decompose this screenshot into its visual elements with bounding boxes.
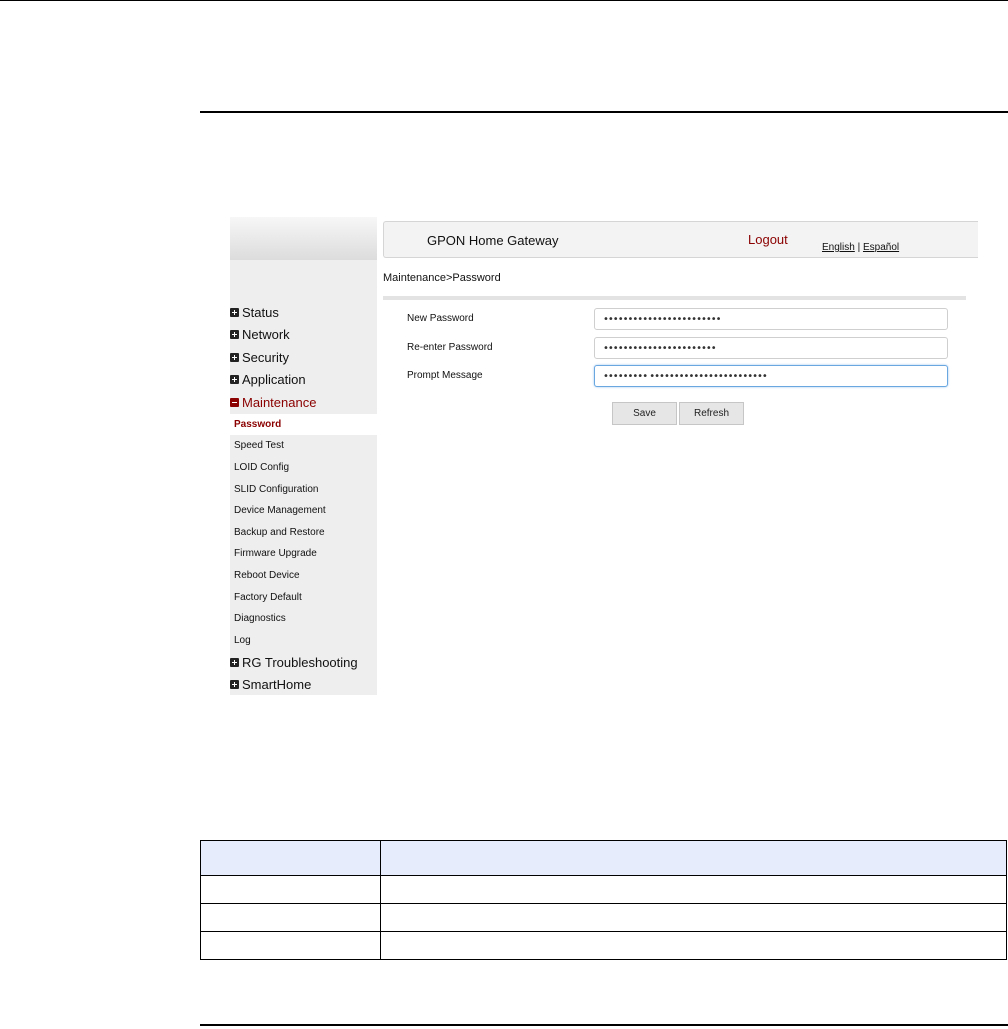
table-cell: [380, 931, 1007, 960]
lang-espanol-link[interactable]: Español: [863, 242, 899, 253]
gateway-screenshot: Status Network Security Application Main…: [230, 217, 978, 695]
sidebar-item-label: Maintenance: [242, 394, 317, 410]
reenter-password-label: Re-enter Password: [407, 342, 493, 353]
sidebar-item-rg-troubleshooting[interactable]: RG Troubleshooting: [230, 651, 377, 674]
plus-icon: [230, 680, 239, 690]
submenu-item-reboot-device[interactable]: Reboot Device: [230, 565, 377, 587]
prompt-message-label: Prompt Message: [407, 370, 483, 381]
table-row: [200, 931, 1007, 960]
save-button[interactable]: Save: [612, 402, 677, 425]
sidebar-item-application[interactable]: Application: [230, 369, 377, 392]
plus-icon: [230, 307, 239, 317]
table-cell: [380, 903, 1007, 932]
sidebar-header: [230, 217, 377, 260]
sidebar-item-status[interactable]: Status: [230, 301, 377, 324]
table-cell: [380, 875, 1007, 904]
logout-link[interactable]: Logout: [748, 232, 788, 247]
submenu-item-password[interactable]: Password: [230, 413, 377, 436]
top-bar: GPON Home Gateway Logout English | Españ…: [383, 221, 978, 258]
minus-icon: [230, 397, 239, 407]
plus-icon: [230, 375, 239, 385]
submenu-item-log[interactable]: Log: [230, 629, 377, 651]
sidebar-item-smarthome[interactable]: SmartHome: [230, 674, 377, 697]
submenu-item-device-management[interactable]: Device Management: [230, 500, 377, 522]
divider: [383, 296, 966, 300]
submenu-item-slid-configuration[interactable]: SLID Configuration: [230, 478, 377, 500]
submenu-item-speed-test[interactable]: Speed Test: [230, 435, 377, 457]
prompt-message-row: Prompt Message: [407, 365, 948, 387]
table-cell: [200, 903, 381, 932]
table-row: [200, 875, 1007, 904]
submenu-item-backup-restore[interactable]: Backup and Restore: [230, 521, 377, 543]
submenu-item-loid-config[interactable]: LOID Config: [230, 457, 377, 479]
submenu-item-firmware-upgrade[interactable]: Firmware Upgrade: [230, 543, 377, 565]
submenu-item-diagnostics[interactable]: Diagnostics: [230, 608, 377, 630]
breadcrumb: Maintenance>Password: [383, 272, 501, 284]
reenter-password-row: Re-enter Password: [407, 337, 948, 359]
language-switcher: English | Español: [822, 242, 899, 253]
section-rule: [200, 111, 1008, 113]
plus-icon: [230, 330, 239, 340]
table-cell: [200, 875, 381, 904]
sidebar-menu: Status Network Security Application Main…: [230, 301, 377, 696]
new-password-field[interactable]: [594, 308, 948, 330]
table-header-cell: [200, 840, 381, 876]
plus-icon: [230, 657, 239, 667]
lang-english-link[interactable]: English: [822, 242, 855, 253]
table-header-cell: [380, 840, 1007, 876]
table-cell: [200, 931, 381, 960]
plus-icon: [230, 352, 239, 362]
table-row: [200, 903, 1007, 932]
new-password-row: New Password: [407, 308, 948, 330]
sidebar-item-label: SmartHome: [242, 677, 312, 693]
parameter-table: [200, 840, 1007, 960]
sidebar-item-label: Security: [242, 349, 289, 365]
refresh-button[interactable]: Refresh: [679, 402, 744, 425]
sidebar-item-label: Status: [242, 304, 279, 320]
sidebar-item-label: Application: [242, 372, 306, 388]
table-header-row: [200, 840, 1007, 876]
sidebar-item-maintenance[interactable]: Maintenance: [230, 391, 377, 414]
sidebar-item-label: Network: [242, 327, 290, 343]
sidebar-item-network[interactable]: Network: [230, 324, 377, 347]
reenter-password-field[interactable]: [594, 337, 948, 359]
app-title: GPON Home Gateway: [427, 233, 559, 248]
sidebar: Status Network Security Application Main…: [230, 260, 377, 695]
top-rule: [0, 0, 1008, 1]
bottom-rule: [200, 1024, 1008, 1026]
prompt-message-field[interactable]: [594, 365, 948, 387]
new-password-label: New Password: [407, 313, 474, 324]
lang-separator: |: [854, 242, 863, 253]
sidebar-item-label: RG Troubleshooting: [242, 654, 358, 670]
submenu-item-factory-default[interactable]: Factory Default: [230, 586, 377, 608]
sidebar-item-security[interactable]: Security: [230, 346, 377, 369]
